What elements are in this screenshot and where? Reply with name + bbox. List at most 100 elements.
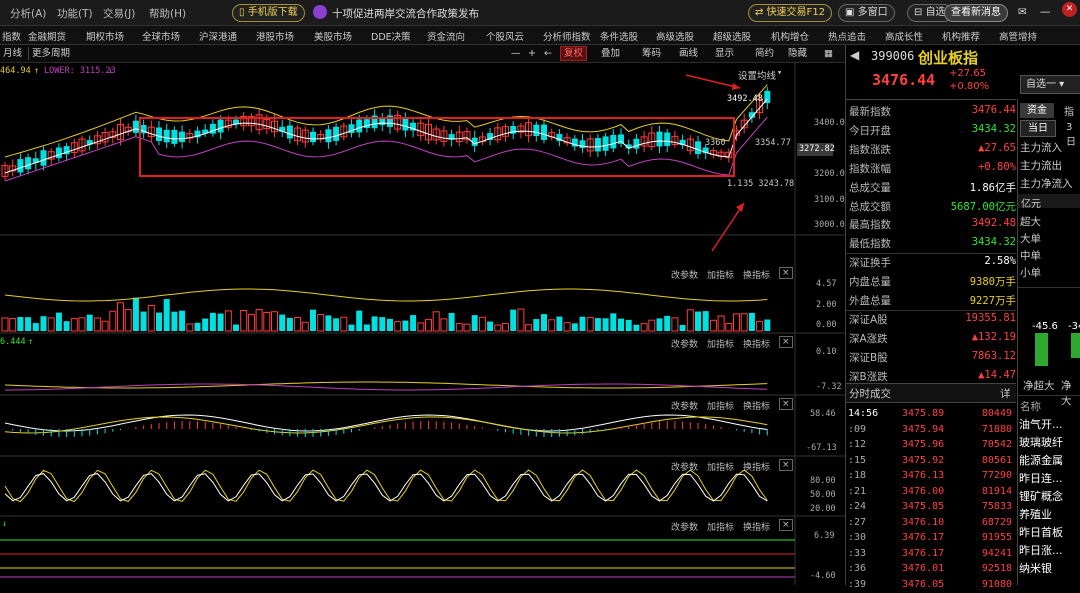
nav-item-inst-rec[interactable]: 机构推荐: [942, 29, 980, 43]
mobile-download-button[interactable]: ▯ 手机版下载: [232, 4, 305, 22]
sector-item[interactable]: 纳米银: [1019, 560, 1052, 576]
bar-label-1: -45.6: [1032, 321, 1058, 332]
sub2-add[interactable]: 加指标: [707, 337, 734, 350]
stat-key: 总成交量: [849, 181, 891, 194]
nav-item-super[interactable]: 超级选股: [713, 29, 751, 43]
sub5-close-icon[interactable]: ×: [779, 519, 793, 531]
vol-axis-1: 2.00: [816, 300, 837, 310]
self-select-dropdown[interactable]: 自选一 ▾: [1020, 75, 1080, 94]
vol-params[interactable]: 改参数: [671, 268, 698, 281]
nav-item-exec-add[interactable]: 高管增持: [999, 29, 1037, 43]
trades-header: 分时成交 详: [846, 383, 1016, 403]
news-headline[interactable]: 十项促进两岸交流合作政策发布: [332, 6, 479, 21]
sub4-switch[interactable]: 换指标: [743, 460, 770, 473]
sub4-close-icon[interactable]: ×: [779, 459, 793, 471]
volume-bar: [209, 312, 216, 331]
menu-trade[interactable]: 交易(J): [103, 6, 135, 21]
volume-bar: [502, 322, 509, 332]
sub3-switch[interactable]: 换指标: [743, 399, 770, 412]
vol-switch[interactable]: 换指标: [743, 268, 770, 281]
stat-key: 深A涨跌: [849, 332, 888, 345]
sub2-params[interactable]: 改参数: [671, 337, 698, 350]
sub4-params[interactable]: 改参数: [671, 460, 698, 473]
nav-item-global[interactable]: 全球市场: [142, 29, 180, 43]
check-news-button[interactable]: 查看新消息: [944, 4, 1008, 22]
tab-today[interactable]: 当日: [1020, 120, 1056, 137]
sector-item[interactable]: 昨日连...: [1019, 470, 1063, 486]
sub2-switch[interactable]: 换指标: [743, 337, 770, 350]
nav-item-advanced[interactable]: 高级选股: [656, 29, 694, 43]
mail-icon[interactable]: ✉: [1018, 6, 1027, 18]
nav-item-finance-futures[interactable]: 金融期货: [28, 29, 66, 43]
trades-detail-link[interactable]: 详: [1000, 386, 1011, 401]
nav-item-growth[interactable]: 高成长性: [885, 29, 923, 43]
draw-button[interactable]: 画线: [676, 47, 701, 60]
zoom-out-icon[interactable]: —: [508, 47, 524, 60]
nav-item-hot[interactable]: 热点追击: [828, 29, 866, 43]
minimize-icon[interactable]: —: [1040, 6, 1051, 18]
display-button[interactable]: 显示: [712, 47, 737, 60]
nav-item-stock-wind[interactable]: 个股风云: [486, 29, 524, 43]
sub3-add[interactable]: 加指标: [707, 399, 734, 412]
stat-key: 深证A股: [849, 313, 888, 326]
sector-item[interactable]: 锂矿概念: [1019, 488, 1063, 504]
back-arrow-icon[interactable]: ◀: [850, 48, 859, 62]
menu-analysis[interactable]: 分析(A): [10, 6, 46, 21]
sector-item[interactable]: 昨日涨...: [1019, 542, 1063, 558]
sub2-close-icon[interactable]: ×: [779, 336, 793, 348]
sector-item[interactable]: 玻璃玻纤: [1019, 434, 1063, 450]
sub3-close-icon[interactable]: ×: [779, 398, 793, 410]
zoom-in-icon[interactable]: +: [525, 47, 539, 60]
candle-body: [163, 129, 170, 143]
close-icon[interactable]: ✕: [1062, 2, 1077, 17]
sub3-params[interactable]: 改参数: [671, 399, 698, 412]
vol-add[interactable]: 加指标: [707, 268, 734, 281]
fast-trade-button[interactable]: ⇄ 快速交易F12: [748, 4, 833, 22]
split-view-icon[interactable]: ▦: [821, 47, 836, 60]
left-arrow-icon[interactable]: ←: [541, 47, 555, 60]
sub4-add[interactable]: 加指标: [707, 460, 734, 473]
nav-item-fund-flow[interactable]: 资金流向: [427, 29, 465, 43]
nav-item-us-stocks[interactable]: 美股市场: [314, 29, 352, 43]
trade-row: :21 3476.00 81914: [846, 485, 1016, 500]
sub5-params[interactable]: 改参数: [671, 520, 698, 533]
menu-function[interactable]: 功能(T): [57, 6, 93, 21]
kline-chart-area[interactable]: 464.94 ↑ LOWER: 3115.23 ↓ 设置均线 ▾ 3492.48…: [0, 63, 850, 585]
sub5-add[interactable]: 加指标: [707, 520, 734, 533]
period-monthly[interactable]: 月线: [0, 47, 25, 60]
nav-item-inst-add[interactable]: 机构增仓: [771, 29, 809, 43]
ma-dropdown-icon[interactable]: ▾: [777, 68, 782, 78]
tab-fund[interactable]: 资金: [1020, 103, 1054, 118]
stat-value: 5687.00亿元: [950, 200, 1016, 213]
nav-item-index[interactable]: 指数: [2, 29, 21, 43]
simple-button[interactable]: 简约: [752, 47, 777, 60]
nav-item-dde[interactable]: DDE决策: [371, 29, 411, 43]
trade-volume: 80449: [981, 408, 1012, 419]
tab-3day[interactable]: 3日: [1066, 122, 1080, 148]
nav-item-analyst[interactable]: 分析师指数: [543, 29, 591, 43]
tab-index[interactable]: 指: [1064, 103, 1074, 118]
sector-item[interactable]: 油气开...: [1019, 416, 1063, 432]
nav-item-condition[interactable]: 条件选股: [600, 29, 638, 43]
sector-item[interactable]: 能源金属: [1019, 452, 1063, 468]
ma-settings-link[interactable]: 设置均线: [738, 68, 776, 82]
sub5-switch[interactable]: 换指标: [743, 520, 770, 533]
period-more[interactable]: 更多周期: [28, 47, 73, 60]
vol-close-icon[interactable]: ×: [779, 267, 793, 279]
volume-bar: [132, 297, 139, 331]
menu-help[interactable]: 帮助(H): [149, 6, 186, 21]
volume-bar: [417, 322, 425, 332]
adjust-button[interactable]: 复权: [557, 46, 590, 61]
multi-window-button[interactable]: ▣ 多窗口: [838, 4, 895, 22]
sector-item[interactable]: 昨日首板: [1019, 524, 1063, 540]
sector-item[interactable]: 养殖业: [1019, 506, 1052, 522]
nav-item-hk-stocks[interactable]: 港股市场: [256, 29, 294, 43]
hide-button[interactable]: 隐藏: [785, 47, 810, 60]
nav-item-hk-connect[interactable]: 沪深港通: [199, 29, 237, 43]
overlay-button[interactable]: 叠加: [598, 47, 623, 60]
chips-button[interactable]: 筹码: [639, 47, 664, 60]
nav-item-options[interactable]: 期权市场: [86, 29, 124, 43]
trade-volume: 80561: [981, 454, 1012, 466]
stat-value: 3434.32: [971, 236, 1016, 249]
trade-time: :15: [848, 454, 867, 466]
